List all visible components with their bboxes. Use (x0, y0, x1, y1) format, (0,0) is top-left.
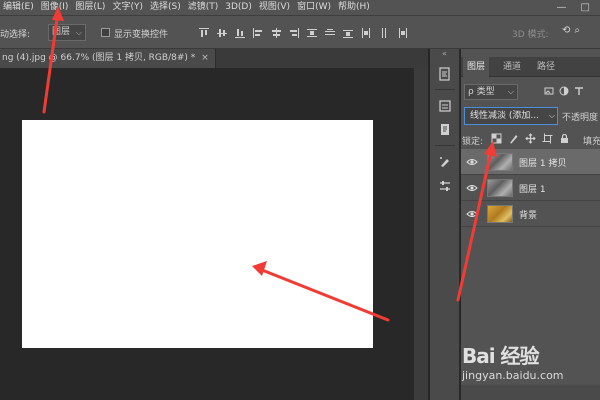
distribute-right-icon[interactable] (393, 25, 411, 41)
auto-select-label: 动选择: (0, 30, 31, 40)
fill-label: 填充 (583, 137, 600, 147)
vertical-scrollbar[interactable] (413, 68, 428, 400)
menu-bar: 编辑(E) 图像(I) 图层(L) 文字(Y) 选择(S) 滤镜(T) 3D(D… (0, 0, 600, 15)
document-tab-strip: ng (4).jpg @ 66.7% (图层 1 拷贝, RGB/8#) * × (0, 49, 428, 68)
options-right-icons: ⟲ ⌕ (562, 25, 580, 36)
close-icon[interactable]: × (201, 53, 209, 63)
opacity-label: 不透明度 (562, 113, 599, 123)
lock-icons (491, 133, 570, 144)
distribute-hcenter-icon[interactable] (375, 25, 393, 41)
blend-mode-dropdown[interactable]: 线性减淡 (添加... ⌵ (464, 107, 558, 125)
watermark-logo: Bai 经验 (462, 344, 540, 368)
lock-all-icon[interactable] (559, 133, 570, 144)
show-transform-checkbox[interactable] (101, 28, 110, 37)
lock-label: 锁定: (462, 137, 484, 147)
filter-icons (544, 86, 584, 96)
layer-name: 图层 1 (519, 185, 546, 195)
align-right-icon[interactable] (285, 25, 303, 41)
document-canvas[interactable] (22, 120, 373, 348)
panel-tabs: 图层 通道 路径 (461, 57, 600, 77)
layer-filter-value: ρ 类型 (468, 87, 495, 97)
properties-icon[interactable] (436, 97, 454, 115)
notes-icon[interactable] (436, 121, 454, 139)
lock-artboard-icon[interactable] (542, 133, 553, 144)
align-left-icon[interactable] (249, 25, 267, 41)
eye-icon[interactable] (466, 157, 478, 167)
window-controls: — □ (557, 2, 600, 13)
layer-row[interactable]: 背景 (461, 201, 600, 227)
align-bottom-icon[interactable] (231, 25, 249, 41)
distribute-bottom-icon[interactable] (339, 25, 357, 41)
watermark-url: jingyan.baidu.com (462, 369, 564, 382)
menu-select[interactable]: 选择(S) (147, 0, 185, 15)
orbit-icon[interactable]: ⟲ (562, 25, 570, 36)
layer-thumbnail (487, 179, 513, 197)
lock-transparency-icon[interactable] (491, 133, 502, 144)
options-bar: 动选择: 图层 ⌵ 显示变换控件 3D 模式: ⟲ ⌕ (0, 15, 600, 49)
minimize-button[interactable]: — (557, 2, 567, 13)
baidu-jingyan-watermark: Bai 经验 jingyan.baidu.com (462, 340, 598, 396)
lock-position-icon[interactable] (525, 133, 536, 144)
canvas-workspace (0, 68, 413, 400)
chevron-down-icon: ⌵ (507, 87, 514, 96)
mode-3d-label: 3D 模式: (512, 30, 549, 40)
layer-thumbnail (487, 205, 513, 223)
panel-tool-strip: « (430, 49, 460, 400)
menu-3d[interactable]: 3D(D) (222, 0, 256, 15)
align-toolbar (195, 25, 411, 41)
eye-icon[interactable] (466, 209, 478, 219)
brush-icon[interactable] (436, 153, 454, 171)
blend-row: 线性减淡 (添加... ⌵ 不透明度 (461, 107, 600, 127)
chevron-down-icon: ⌵ (548, 111, 555, 120)
menu-help[interactable]: 帮助(H) (335, 0, 374, 15)
distribute-left-icon[interactable] (357, 25, 375, 41)
align-vcenter-icon[interactable] (213, 25, 231, 41)
tool-separator (435, 89, 455, 90)
maximize-button[interactable]: □ (581, 2, 590, 13)
type-filter-icon[interactable] (574, 86, 584, 96)
layer-name: 背景 (519, 211, 538, 221)
lock-row: 锁定: 填充 (461, 131, 600, 149)
lock-pixels-icon[interactable] (508, 133, 519, 144)
tab-channels[interactable]: 通道 (499, 57, 525, 77)
image-filter-icon[interactable] (544, 86, 554, 96)
menu-filter[interactable]: 滤镜(T) (185, 0, 223, 15)
distribute-vcenter-icon[interactable] (321, 25, 339, 41)
collapse-panels-icon[interactable]: « (442, 49, 447, 58)
layer-name: 图层 1 拷贝 (519, 159, 567, 169)
layer-row[interactable]: 图层 1 (461, 175, 600, 201)
adjustment-filter-icon[interactable] (559, 86, 569, 96)
layer-filter-row: ρ 类型 ⌵ (461, 82, 600, 102)
history-icon[interactable] (436, 65, 454, 83)
chevron-down-icon: ⌵ (75, 28, 82, 37)
menu-window[interactable]: 窗口(W) (294, 0, 335, 15)
layer-filter-dropdown[interactable]: ρ 类型 ⌵ (464, 84, 518, 100)
tab-layers[interactable]: 图层 (463, 57, 490, 77)
menu-image[interactable]: 图像(I) (38, 0, 73, 15)
menu-type[interactable]: 文字(Y) (109, 0, 147, 15)
show-transform-label: 显示变换控件 (114, 30, 169, 40)
document-tab[interactable]: ng (4).jpg @ 66.7% (图层 1 拷贝, RGB/8#) * × (0, 49, 216, 68)
layer-row[interactable]: 图层 1 拷贝 (461, 149, 600, 175)
blend-mode-value: 线性减淡 (添加... (470, 111, 539, 121)
menu-layer[interactable]: 图层(L) (72, 0, 109, 15)
distribute-top-icon[interactable] (303, 25, 321, 41)
tool-separator (435, 145, 455, 146)
auto-select-value: 图层 (52, 27, 71, 37)
menu-view[interactable]: 视图(V) (256, 0, 294, 15)
tab-paths[interactable]: 路径 (533, 57, 559, 77)
document-tab-title: ng (4).jpg @ 66.7% (图层 1 拷贝, RGB/8#) * (2, 53, 196, 63)
eye-icon[interactable] (466, 183, 478, 193)
menu-edit[interactable]: 编辑(E) (0, 0, 38, 15)
align-top-icon[interactable] (195, 25, 213, 41)
adjustments-icon[interactable] (436, 177, 454, 195)
align-hcenter-icon[interactable] (267, 25, 285, 41)
auto-select-dropdown[interactable]: 图层 ⌵ (48, 24, 86, 41)
search-icon[interactable]: ⌕ (574, 25, 580, 36)
layer-thumbnail (487, 153, 513, 171)
